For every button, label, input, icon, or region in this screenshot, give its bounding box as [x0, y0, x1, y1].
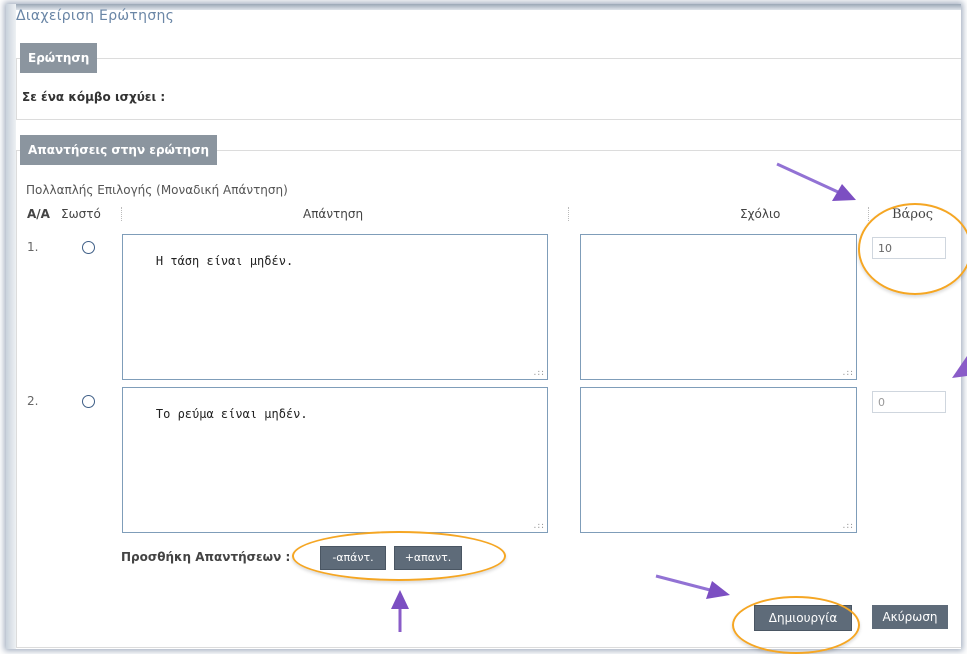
comment-textarea[interactable]: .::	[580, 387, 857, 533]
col-separator	[121, 207, 122, 221]
col-separator	[568, 207, 569, 221]
col-header-aa: Α/Α	[27, 207, 50, 221]
row-number: 1.	[27, 240, 39, 254]
add-answers-label: Προσθήκη Απαντήσεων :	[121, 550, 291, 564]
question-legend: Ερώτηση	[20, 43, 98, 73]
answers-legend: Απαντήσεις στην ερώτηση	[20, 135, 218, 165]
resize-grip-icon[interactable]: .::	[842, 368, 854, 377]
comment-textarea[interactable]: .::	[580, 234, 857, 380]
row-number: 2.	[27, 394, 39, 408]
correct-radio[interactable]	[82, 241, 95, 254]
weight-input[interactable]: 0	[872, 391, 946, 413]
col-separator	[868, 207, 869, 221]
question-text: Σε ένα κόμβο ισχύει :	[22, 90, 166, 104]
col-header-answer: Απάντηση	[303, 207, 364, 221]
highlight-ellipse	[732, 596, 860, 654]
left-edge	[6, 4, 16, 649]
highlight-ellipse	[292, 531, 506, 581]
resize-grip-icon[interactable]: .::	[842, 521, 854, 530]
page-title: Διαχείριση Ερώτησης	[16, 8, 175, 24]
question-section	[16, 58, 961, 120]
answer-type-label: Πολλαπλής Επιλογής (Μοναδική Απάντηση)	[26, 183, 288, 197]
resize-grip-icon[interactable]: .::	[533, 521, 545, 530]
answer-textarea[interactable]: Η τάση είναι μηδέν. .::	[122, 234, 548, 380]
answer-textarea[interactable]: Το ρεύμα είναι μηδέν. .::	[122, 387, 548, 533]
answer-text: Το ρεύμα είναι μηδέν.	[155, 407, 308, 421]
col-header-correct: Σωστό	[61, 207, 101, 221]
highlight-ellipse	[858, 203, 967, 295]
cancel-button[interactable]: Ακύρωση	[872, 605, 948, 629]
col-header-comment: Σχόλιο	[740, 207, 781, 221]
resize-grip-icon[interactable]: .::	[533, 368, 545, 377]
correct-radio[interactable]	[82, 395, 95, 408]
answer-text: Η τάση είναι μηδέν.	[155, 254, 294, 268]
